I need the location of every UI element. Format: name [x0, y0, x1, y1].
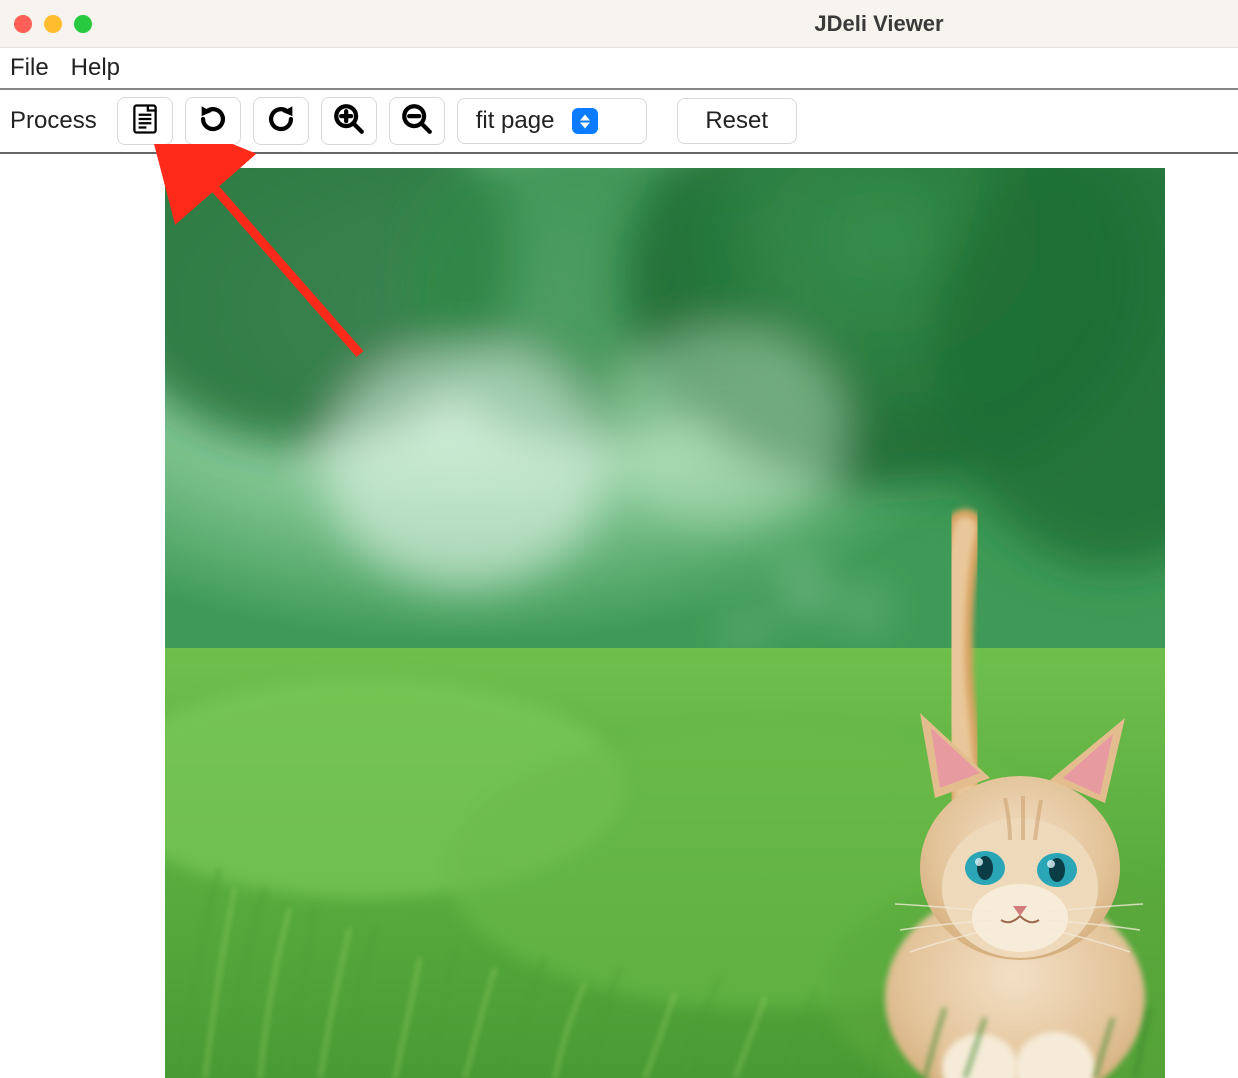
zoom-select-value: fit page: [476, 107, 555, 135]
image-viewport: [0, 154, 1238, 1078]
rotate-ccw-icon: [196, 102, 230, 141]
select-arrows-icon: [572, 108, 598, 134]
minimize-window-button[interactable]: [44, 15, 62, 33]
zoom-in-icon: [332, 102, 366, 141]
reset-button-label: Reset: [705, 107, 768, 135]
title-bar: JDeli Viewer: [0, 0, 1238, 48]
zoom-out-icon: [400, 102, 434, 141]
close-window-button[interactable]: [14, 15, 32, 33]
zoom-in-button[interactable]: [321, 97, 377, 145]
menu-help[interactable]: Help: [71, 54, 120, 82]
window-title: JDeli Viewer: [814, 11, 943, 37]
loaded-image: [165, 168, 1165, 1078]
zoom-out-button[interactable]: [389, 97, 445, 145]
menu-file[interactable]: File: [10, 54, 49, 82]
window-controls: [14, 15, 92, 33]
maximize-window-button[interactable]: [74, 15, 92, 33]
rotate-ccw-button[interactable]: [185, 97, 241, 145]
document-icon: [128, 102, 162, 141]
toolbar: Process: [0, 90, 1238, 154]
rotate-cw-button[interactable]: [253, 97, 309, 145]
process-document-button[interactable]: [117, 97, 173, 145]
process-label: Process: [10, 107, 97, 135]
zoom-select[interactable]: fit page: [457, 98, 647, 144]
reset-button[interactable]: Reset: [677, 98, 797, 144]
rotate-cw-icon: [264, 102, 298, 141]
menu-bar: File Help: [0, 48, 1238, 90]
